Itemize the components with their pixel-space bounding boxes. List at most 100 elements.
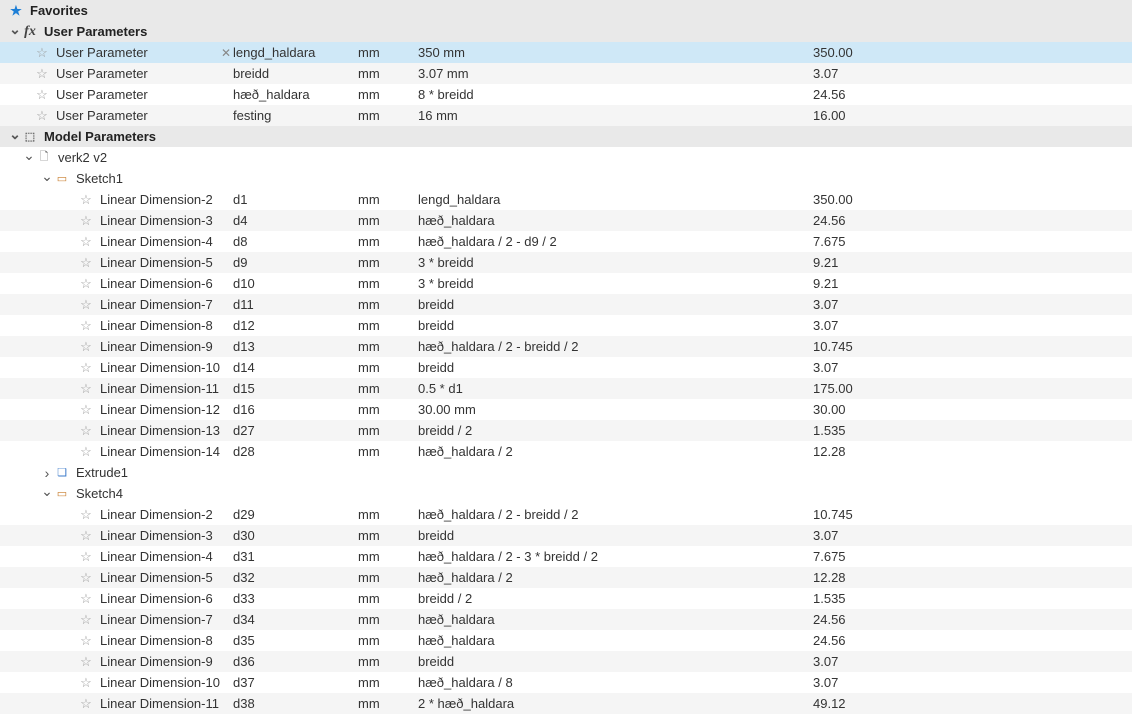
- parameter-expression[interactable]: 3.07 mm: [418, 66, 813, 81]
- dimension-unit[interactable]: mm: [358, 360, 418, 375]
- dimension-expression[interactable]: 2 * hæð_haldara: [418, 696, 813, 711]
- star-outline-icon[interactable]: ☆: [78, 528, 94, 544]
- star-outline-icon[interactable]: ☆: [78, 255, 94, 271]
- dimension-expression[interactable]: 0.5 * d1: [418, 381, 813, 396]
- dimension-unit[interactable]: mm: [358, 444, 418, 459]
- dimension-param[interactable]: d28: [233, 444, 358, 459]
- dimension-param[interactable]: d15: [233, 381, 358, 396]
- star-outline-icon[interactable]: ☆: [78, 381, 94, 397]
- dimension-expression[interactable]: 30.00 mm: [418, 402, 813, 417]
- star-outline-icon[interactable]: ☆: [78, 675, 94, 691]
- parameter-name[interactable]: hæð_haldara: [233, 87, 358, 102]
- dimension-expression[interactable]: breidd / 2: [418, 423, 813, 438]
- dimension-param[interactable]: d9: [233, 255, 358, 270]
- star-outline-icon[interactable]: ☆: [78, 570, 94, 586]
- star-outline-icon[interactable]: ☆: [78, 549, 94, 565]
- star-outline-icon[interactable]: ☆: [78, 339, 94, 355]
- dimension-row[interactable]: ☆Linear Dimension-11d38mm2 * hæð_haldara…: [0, 693, 1132, 714]
- dimension-expression[interactable]: breidd: [418, 654, 813, 669]
- dimension-expression[interactable]: hæð_haldara: [418, 633, 813, 648]
- dimension-row[interactable]: ☆Linear Dimension-5d9mm3 * breidd9.21: [0, 252, 1132, 273]
- dimension-expression[interactable]: breidd: [418, 318, 813, 333]
- parameter-unit[interactable]: mm: [358, 87, 418, 102]
- dimension-row[interactable]: ☆Linear Dimension-8d12mmbreidd3.07: [0, 315, 1132, 336]
- dimension-unit[interactable]: mm: [358, 528, 418, 543]
- star-outline-icon[interactable]: ☆: [78, 444, 94, 460]
- dimension-unit[interactable]: mm: [358, 234, 418, 249]
- dimension-row[interactable]: ☆Linear Dimension-3d30mmbreidd3.07: [0, 525, 1132, 546]
- dimension-row[interactable]: ☆Linear Dimension-2d1mmlengd_haldara350.…: [0, 189, 1132, 210]
- dimension-param[interactable]: d14: [233, 360, 358, 375]
- dimension-row[interactable]: ☆Linear Dimension-8d35mmhæð_haldara24.56: [0, 630, 1132, 651]
- dimension-param[interactable]: d32: [233, 570, 358, 585]
- star-outline-icon[interactable]: ☆: [78, 360, 94, 376]
- dimension-param[interactable]: d38: [233, 696, 358, 711]
- dimension-expression[interactable]: 3 * breidd: [418, 255, 813, 270]
- dimension-expression[interactable]: breidd: [418, 297, 813, 312]
- star-outline-icon[interactable]: ☆: [34, 45, 50, 61]
- dimension-param[interactable]: d34: [233, 612, 358, 627]
- dimension-unit[interactable]: mm: [358, 213, 418, 228]
- dimension-param[interactable]: d16: [233, 402, 358, 417]
- star-outline-icon[interactable]: ☆: [78, 507, 94, 523]
- dimension-expression[interactable]: breidd: [418, 360, 813, 375]
- dimension-unit[interactable]: mm: [358, 423, 418, 438]
- dimension-unit[interactable]: mm: [358, 318, 418, 333]
- star-outline-icon[interactable]: ☆: [78, 318, 94, 334]
- dimension-expression[interactable]: hæð_haldara / 8: [418, 675, 813, 690]
- dimension-unit[interactable]: mm: [358, 549, 418, 564]
- dimension-unit[interactable]: mm: [358, 633, 418, 648]
- chevron-down-icon[interactable]: [8, 25, 22, 39]
- chevron-right-icon[interactable]: [40, 466, 54, 480]
- chevron-down-icon[interactable]: [40, 487, 54, 501]
- dimension-expression[interactable]: hæð_haldara / 2: [418, 444, 813, 459]
- model-root-node[interactable]: 🗋verk2 v2: [0, 147, 1132, 168]
- star-outline-icon[interactable]: ☆: [78, 276, 94, 292]
- dimension-expression[interactable]: hæð_haldara: [418, 213, 813, 228]
- dimension-row[interactable]: ☆Linear Dimension-11d15mm0.5 * d1175.00: [0, 378, 1132, 399]
- user-parameter-row[interactable]: ☆User Parameterhæð_haldaramm8 * breidd24…: [0, 84, 1132, 105]
- parameter-expression[interactable]: 16 mm: [418, 108, 813, 123]
- dimension-expression[interactable]: lengd_haldara: [418, 192, 813, 207]
- dimension-row[interactable]: ☆Linear Dimension-7d34mmhæð_haldara24.56: [0, 609, 1132, 630]
- dimension-expression[interactable]: hæð_haldara / 2 - d9 / 2: [418, 234, 813, 249]
- dimension-expression[interactable]: breidd: [418, 528, 813, 543]
- star-outline-icon[interactable]: ☆: [78, 591, 94, 607]
- dimension-row[interactable]: ☆Linear Dimension-12d16mm30.00 mm30.00: [0, 399, 1132, 420]
- parameter-name[interactable]: lengd_haldara: [233, 45, 358, 60]
- dimension-unit[interactable]: mm: [358, 612, 418, 627]
- dimension-param[interactable]: d10: [233, 276, 358, 291]
- dimension-param[interactable]: d13: [233, 339, 358, 354]
- dimension-param[interactable]: d31: [233, 549, 358, 564]
- dimension-unit[interactable]: mm: [358, 276, 418, 291]
- star-outline-icon[interactable]: ☆: [78, 633, 94, 649]
- dimension-param[interactable]: d27: [233, 423, 358, 438]
- dimension-unit[interactable]: mm: [358, 339, 418, 354]
- dimension-row[interactable]: ☆Linear Dimension-9d13mmhæð_haldara / 2 …: [0, 336, 1132, 357]
- dimension-expression[interactable]: hæð_haldara: [418, 612, 813, 627]
- favorites-section[interactable]: ★Favorites: [0, 0, 1132, 21]
- dimension-unit[interactable]: mm: [358, 675, 418, 690]
- star-outline-icon[interactable]: ☆: [78, 192, 94, 208]
- dimension-row[interactable]: ☆Linear Dimension-14d28mmhæð_haldara / 2…: [0, 441, 1132, 462]
- star-outline-icon[interactable]: ☆: [78, 696, 94, 712]
- dimension-row[interactable]: ☆Linear Dimension-10d37mmhæð_haldara / 8…: [0, 672, 1132, 693]
- user-parameter-row[interactable]: ☆User Parameterbreiddmm3.07 mm3.07: [0, 63, 1132, 84]
- dimension-unit[interactable]: mm: [358, 570, 418, 585]
- dimension-unit[interactable]: mm: [358, 192, 418, 207]
- parameter-name[interactable]: festing: [233, 108, 358, 123]
- dimension-row[interactable]: ☆Linear Dimension-4d31mmhæð_haldara / 2 …: [0, 546, 1132, 567]
- dimension-param[interactable]: d11: [233, 297, 358, 312]
- model-parameters-section[interactable]: ⬚Model Parameters: [0, 126, 1132, 147]
- star-outline-icon[interactable]: ☆: [78, 612, 94, 628]
- chevron-down-icon[interactable]: [22, 151, 36, 165]
- dimension-unit[interactable]: mm: [358, 255, 418, 270]
- dimension-param[interactable]: d30: [233, 528, 358, 543]
- dimension-row[interactable]: ☆Linear Dimension-7d11mmbreidd3.07: [0, 294, 1132, 315]
- dimension-row[interactable]: ☆Linear Dimension-10d14mmbreidd3.07: [0, 357, 1132, 378]
- chevron-down-icon[interactable]: [8, 130, 22, 144]
- dimension-param[interactable]: d37: [233, 675, 358, 690]
- dimension-expression[interactable]: hæð_haldara / 2 - breidd / 2: [418, 339, 813, 354]
- user-parameters-section[interactable]: fxUser Parameters: [0, 21, 1132, 42]
- dimension-row[interactable]: ☆Linear Dimension-2d29mmhæð_haldara / 2 …: [0, 504, 1132, 525]
